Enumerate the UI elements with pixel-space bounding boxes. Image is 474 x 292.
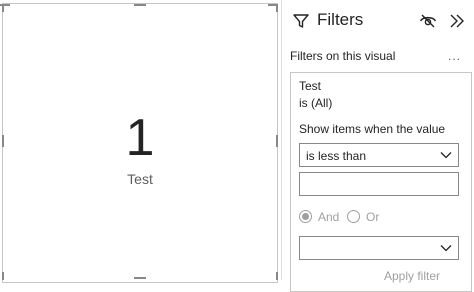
show-items-label: Show items when the value (299, 122, 446, 136)
more-options-icon[interactable]: ... (448, 49, 461, 63)
and-label: And (318, 210, 340, 224)
condition-dropdown-1-value: is less than (306, 149, 367, 163)
logic-radio-group: And Or (299, 210, 459, 226)
or-radio[interactable] (347, 210, 360, 223)
chevron-down-icon (440, 245, 452, 252)
or-label: Or (366, 210, 380, 224)
pane-title: Filters (317, 10, 364, 29)
filter-state: is (All) (299, 96, 333, 110)
condition-dropdown-2[interactable] (299, 236, 459, 260)
apply-filter-button[interactable]: Apply filter (384, 269, 440, 283)
section-label: Filters on this visual (290, 49, 396, 63)
eye-off-icon[interactable] (419, 13, 437, 29)
resize-handle[interactable] (134, 4, 146, 6)
filters-pane-header: Filters (282, 0, 474, 42)
card-label: Test (127, 171, 153, 187)
and-radio[interactable] (299, 210, 312, 223)
double-chevron-right-icon[interactable] (448, 12, 466, 30)
funnel-icon (293, 14, 309, 28)
filter-field-name[interactable]: Test (299, 79, 321, 93)
filter-card: Test is (All) Show items when the value … (290, 72, 472, 292)
chevron-down-icon (440, 152, 452, 159)
card-value: 1 (125, 109, 155, 167)
resize-handle[interactable] (2, 272, 4, 280)
report-canvas: 1 Test (0, 0, 280, 283)
value-input-1[interactable] (299, 172, 459, 196)
resize-handle[interactable] (134, 277, 146, 279)
condition-dropdown-1[interactable]: is less than (299, 143, 459, 167)
resize-handle[interactable] (276, 272, 278, 280)
resize-handle[interactable] (2, 4, 4, 12)
filters-pane: Filters Filters on this visual ... Test … (281, 0, 474, 292)
resize-handle[interactable] (276, 4, 278, 12)
